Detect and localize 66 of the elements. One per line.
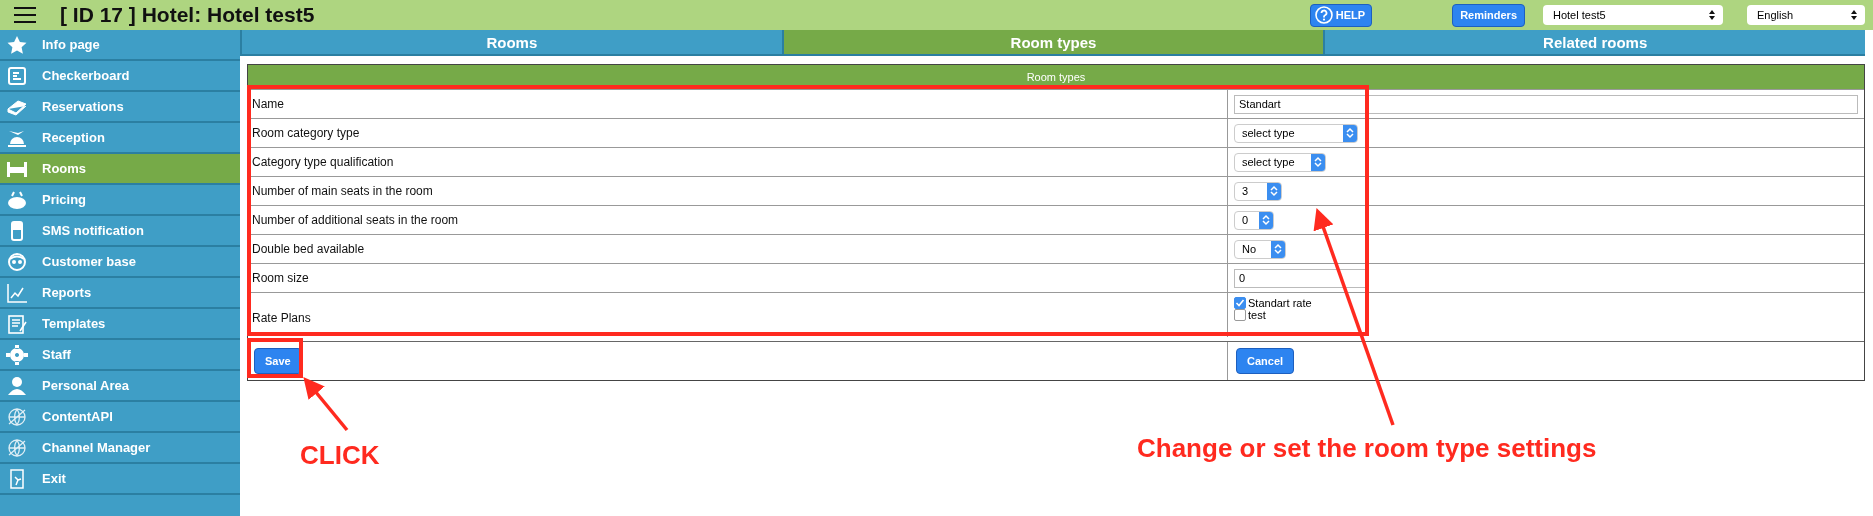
chevron-icon [1346,127,1354,139]
sidebar-item[interactable]: Templates [0,309,240,340]
sidebar-item[interactable]: Exit [0,464,240,495]
chart-icon [6,282,28,303]
help-button[interactable]: HELP [1309,3,1373,27]
tab[interactable]: Related rooms [1323,30,1865,54]
select-field[interactable]: 0 [1234,210,1274,230]
page-title: [ ID 17 ] Hotel: Hotel test5 [60,3,316,27]
arrow [303,376,349,432]
sidebar-item[interactable]: SMS notification [0,216,240,247]
checkbox[interactable] [1234,309,1246,321]
highlight-frame [247,338,303,378]
field-label: Name [248,90,1228,118]
save-button[interactable]: Save [254,348,302,374]
chevron-icon [1262,214,1270,226]
sidebar-item[interactable]: Reports [0,278,240,309]
input-field[interactable]: Standart [1234,94,1858,114]
sidebar-item[interactable]: Checkerboard [0,61,240,92]
updown-icon [1709,10,1715,20]
checkbox-label: test [1248,309,1266,321]
menu-icon[interactable] [14,7,36,23]
field-label: Category type qualification [248,148,1228,176]
checkbox[interactable] [1234,297,1246,309]
reminders-button[interactable]: Reminders [1452,3,1525,27]
hotel-select[interactable]: Hotel test5 [1543,5,1723,25]
sidebar-item[interactable]: Personal Area [0,371,240,402]
document-icon [6,313,28,334]
sidebar-item[interactable]: ContentAPI [0,402,240,433]
globe-icon [6,437,28,458]
select-field[interactable]: select type [1234,123,1358,143]
checkbox-label: Standart rate [1248,297,1312,309]
star-icon [6,34,28,55]
select-field[interactable]: No [1234,239,1286,259]
tab[interactable]: Room types [781,30,1324,54]
field-label: Number of main seats in the room [248,177,1228,205]
sidebar-item[interactable]: Info page [0,30,240,61]
cancel-button[interactable]: Cancel [1236,348,1295,374]
field-label: Room size [248,264,1228,292]
field-label: Number of additional seats in the room [248,206,1228,234]
chevron-icon [1274,243,1282,255]
sidebar-item[interactable]: Staff [0,340,240,371]
updown-icon [1851,10,1857,20]
field-label: Rate Plans [248,293,1228,337]
language-select[interactable]: English [1747,5,1865,25]
input-field[interactable]: 0 [1234,268,1366,288]
face-icon [6,251,28,272]
board-icon [6,65,28,86]
tab[interactable]: Rooms [240,30,782,54]
sidebar-item[interactable]: Channel Manager [0,433,240,464]
purse-icon [6,189,28,210]
field-label: Double bed available [248,235,1228,263]
sidebar-item[interactable]: Rooms [0,154,240,185]
annotation-text: CLICK [300,440,380,471]
field-label: Room category type [248,119,1228,147]
sidebar-item[interactable]: Reservations [0,92,240,123]
question-icon [1314,6,1333,24]
sidebar-item[interactable]: Customer base [0,247,240,278]
globe-icon [6,406,28,427]
gear-icon [6,344,28,365]
select-field[interactable]: select type [1234,152,1326,172]
sidebar-item[interactable]: Pricing [0,185,240,216]
chevron-icon [1270,185,1278,197]
annotation-text: Change or set the room type settings [1137,433,1597,464]
select-field[interactable]: 3 [1234,181,1282,201]
person-icon [6,375,28,396]
chevron-icon [1314,156,1322,168]
